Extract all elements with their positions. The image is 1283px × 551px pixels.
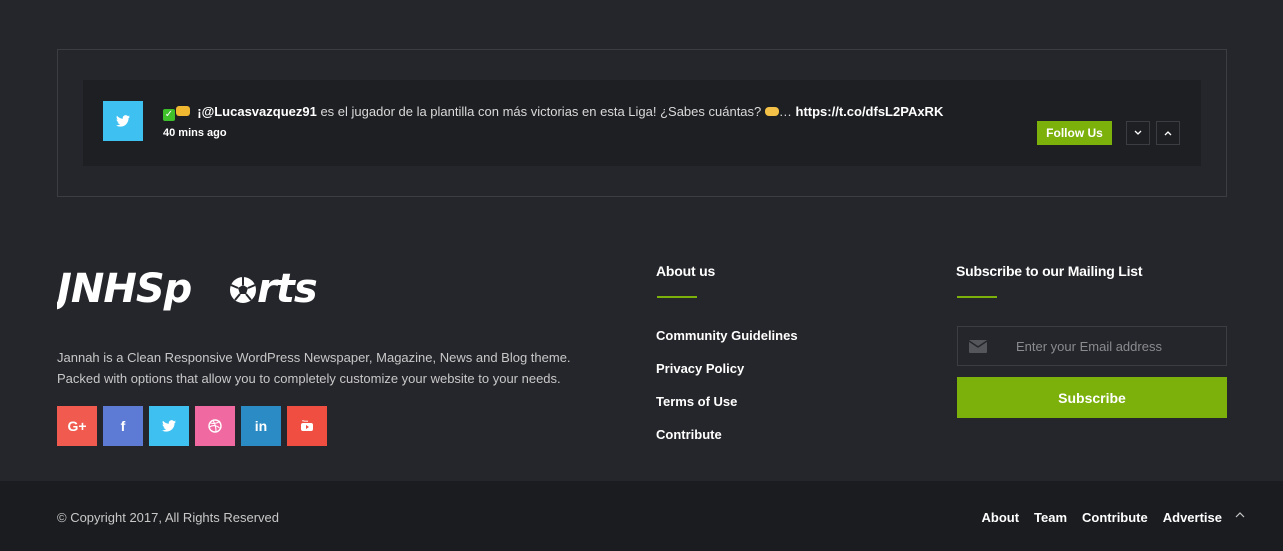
tweet-text: ✓ ¡@Lucasvazquez91 es el jugador de la p…	[163, 104, 943, 121]
link-contribute[interactable]: Contribute	[656, 427, 798, 460]
logo-text-left: JNHSp	[57, 266, 192, 312]
fist-emoji-icon	[176, 106, 190, 116]
copyright-text: © Copyright 2017, All Rights Reserved	[57, 510, 280, 525]
footer-link-about[interactable]: About	[981, 510, 1019, 525]
chevron-down-icon[interactable]	[1126, 121, 1150, 145]
check-emoji-icon: ✓	[163, 109, 175, 121]
pointing-emoji-icon	[764, 107, 779, 116]
tweet-link[interactable]: https://t.co/dfsL2PAxRK	[796, 104, 944, 119]
about-us-divider	[657, 296, 697, 298]
linkedin-icon[interactable]: in	[241, 406, 281, 446]
follow-us-button[interactable]: Follow Us	[1037, 121, 1112, 145]
twitter-bird-icon[interactable]	[103, 101, 143, 141]
about-description: Jannah is a Clean Responsive WordPress N…	[57, 350, 571, 386]
tweet-card: ✓ ¡@Lucasvazquez91 es el jugador de la p…	[83, 80, 1201, 166]
tweet-body: es el jugador de la plantilla con más vi…	[316, 104, 765, 119]
back-to-top-icon[interactable]	[1235, 505, 1247, 518]
svg-text:You: You	[301, 419, 308, 423]
footer-bottom-bar: © Copyright 2017, All Rights Reserved Ab…	[0, 481, 1283, 551]
subscribe-title: Subscribe to our Mailing List	[956, 263, 1143, 279]
chevron-up-icon[interactable]	[1156, 121, 1180, 145]
twitter-icon[interactable]	[149, 406, 189, 446]
youtube-icon[interactable]: You	[287, 406, 327, 446]
twitter-widget: ✓ ¡@Lucasvazquez91 es el jugador de la p…	[57, 49, 1227, 197]
footer-link-advertise[interactable]: Advertise	[1163, 510, 1222, 525]
subscribe-divider	[957, 296, 997, 298]
site-logo[interactable]: JNHSp rts	[50, 266, 333, 323]
tweet-ellipsis: …	[778, 104, 792, 119]
google-plus-icon[interactable]: G+	[57, 406, 97, 446]
envelope-icon	[958, 327, 998, 365]
about-links: Community Guidelines Privacy Policy Term…	[656, 328, 798, 460]
footer-link-team[interactable]: Team	[1034, 510, 1067, 525]
tweet-time[interactable]: 40 mins ago	[163, 127, 227, 139]
social-icons: G+ f in You	[57, 406, 327, 446]
email-field[interactable]: Enter your Email address	[957, 326, 1227, 366]
link-privacy-policy[interactable]: Privacy Policy	[656, 361, 798, 394]
logo-text-right: rts	[257, 266, 317, 312]
link-terms-of-use[interactable]: Terms of Use	[656, 394, 798, 427]
facebook-icon[interactable]: f	[103, 406, 143, 446]
footer-link-contribute[interactable]: Contribute	[1082, 510, 1148, 525]
subscribe-button[interactable]: Subscribe	[957, 377, 1227, 418]
about-us-title: About us	[656, 263, 716, 279]
dribbble-icon[interactable]	[195, 406, 235, 446]
tweet-handle[interactable]: ¡@Lucasvazquez91	[197, 104, 317, 119]
link-community-guidelines[interactable]: Community Guidelines	[656, 328, 798, 361]
email-placeholder: Enter your Email address	[1016, 338, 1162, 354]
footer-nav: About Team Contribute Advertise	[981, 510, 1222, 525]
